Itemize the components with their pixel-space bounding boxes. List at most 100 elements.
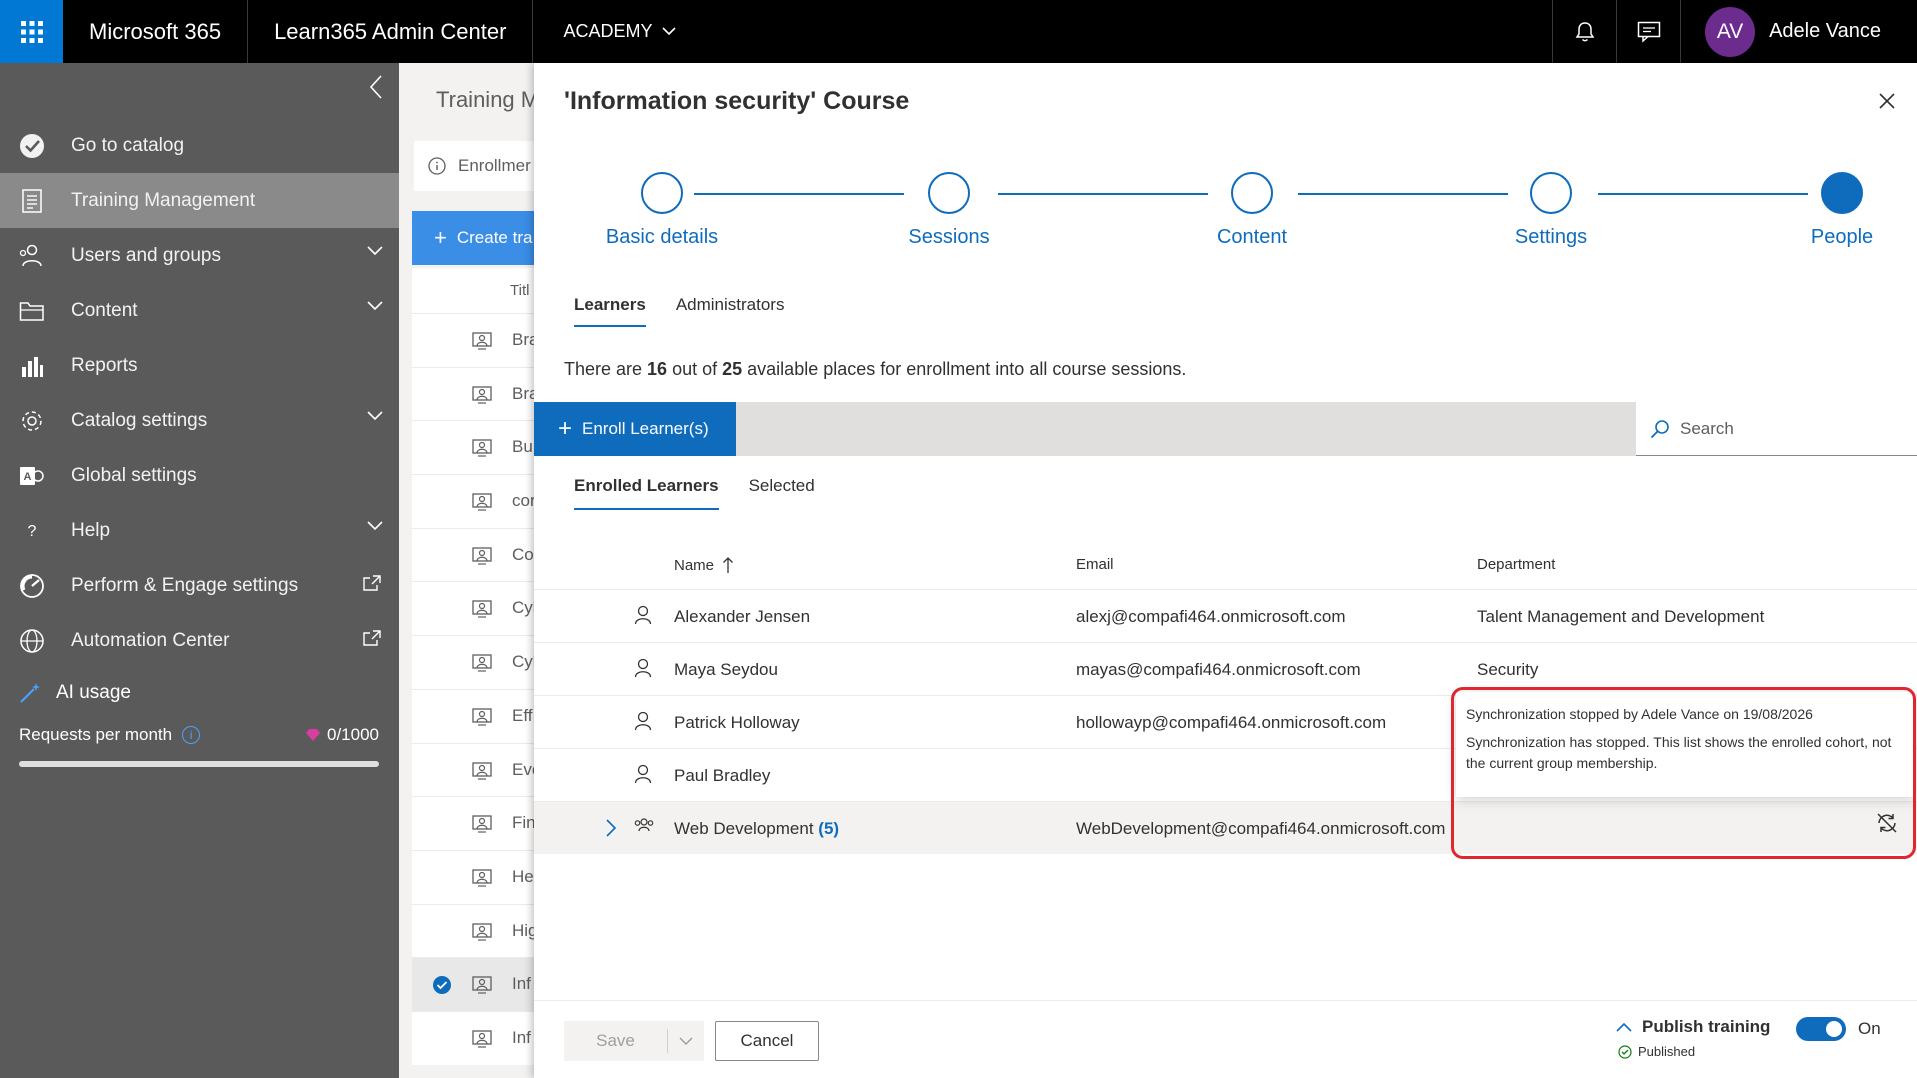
sidebar: Go to catalog Training Management Users … — [0, 63, 399, 1078]
panel-footer: Save Cancel Publish training Published O… — [534, 1000, 1917, 1078]
notifications-button[interactable] — [1552, 0, 1616, 63]
external-link-icon — [363, 630, 381, 646]
table-row[interactable]: Eff — [412, 688, 534, 743]
brand-link[interactable]: Microsoft 365 — [63, 0, 249, 63]
collapse-sidebar-button[interactable] — [369, 75, 383, 99]
info-icon — [428, 157, 446, 175]
step-people[interactable]: People — [1762, 172, 1917, 249]
users-icon — [16, 244, 48, 268]
table-row[interactable]: Cyl — [412, 581, 534, 635]
svg-text:?: ? — [28, 523, 37, 540]
user-menu[interactable]: AV Adele Vance — [1680, 0, 1917, 63]
training-icon — [472, 708, 492, 726]
table-row[interactable]: Bra — [412, 313, 534, 367]
selected-check-icon[interactable] — [432, 975, 452, 995]
training-icon — [472, 386, 492, 404]
training-icon — [472, 600, 492, 619]
sidebar-item-global-settings[interactable]: A Global settings — [0, 448, 399, 503]
requests-value: 0/1000 — [327, 725, 379, 744]
sidebar-item-label: Catalog settings — [71, 409, 208, 431]
bell-icon — [1575, 21, 1594, 41]
training-icon — [472, 761, 492, 780]
department-column-header[interactable]: Department — [1477, 556, 1555, 573]
highlight-outline — [1451, 687, 1916, 859]
learner-name: Maya Seydou — [674, 660, 778, 679]
avatar: AV — [1705, 6, 1756, 57]
sidebar-item-perform-engage-settings[interactable]: Perform & Engage settings — [0, 558, 399, 613]
people-tabs: Learners Administrators — [574, 295, 784, 327]
person-icon — [634, 605, 652, 625]
learner-name: Paul Bradley — [674, 766, 771, 785]
table-row[interactable]: Bu — [412, 420, 534, 474]
sidebar-item-label: Global settings — [71, 464, 197, 486]
table-row[interactable]: Fin — [412, 796, 534, 850]
publish-toggle[interactable]: On — [1796, 1017, 1881, 1041]
save-button[interactable]: Save — [564, 1021, 704, 1061]
app-title[interactable]: Learn365 Admin Center — [248, 0, 534, 63]
sidebar-item-label: Users and groups — [71, 244, 221, 266]
tab-selected[interactable]: Selected — [749, 476, 815, 510]
table-row[interactable]: Bra — [412, 366, 534, 421]
sidebar-item-users-and-groups[interactable]: Users and groups — [0, 228, 399, 283]
step-content[interactable]: Content — [1172, 172, 1332, 249]
step-label: People — [1810, 226, 1874, 248]
sidebar-item-content[interactable]: Content — [0, 283, 399, 338]
tab-learners[interactable]: Learners — [574, 295, 646, 327]
email-column-header[interactable]: Email — [1076, 556, 1114, 573]
training-title: Inf — [512, 974, 531, 994]
sidebar-item-reports[interactable]: Reports — [0, 338, 399, 393]
table-row[interactable]: Co — [412, 527, 534, 582]
training-title: Cyl — [512, 598, 534, 618]
table-row[interactable]: Eve — [412, 742, 534, 797]
tab-administrators[interactable]: Administrators — [676, 295, 785, 327]
chevron-up-icon — [1616, 1022, 1632, 1032]
name-column-header[interactable]: Name — [674, 556, 734, 574]
training-title: Fin — [512, 813, 534, 833]
learners-grid-header: Name Email Department — [534, 543, 1917, 589]
training-title: He — [512, 866, 534, 886]
info-suffix: available places for enrollment into all… — [742, 359, 1187, 379]
requests-label: Requests per month — [19, 725, 173, 744]
step-settings[interactable]: Settings — [1471, 172, 1631, 249]
info-icon[interactable]: i — [182, 726, 201, 744]
create-training-button[interactable]: + Create tra — [412, 211, 534, 265]
wizard-stepper: Basic details Sessions Content Settings … — [534, 63, 1917, 248]
enroll-learners-button[interactable]: + Enroll Learner(s) — [534, 402, 736, 456]
search-input[interactable]: Search — [1636, 402, 1917, 456]
cancel-button[interactable]: Cancel — [715, 1021, 819, 1061]
toggle-label: On — [1858, 1019, 1881, 1038]
table-row[interactable]: Cyl — [412, 635, 534, 689]
sidebar-item-catalog-settings[interactable]: Catalog settings — [0, 393, 399, 448]
create-training-label: Create tra — [456, 228, 533, 247]
table-row[interactable]: cor — [412, 474, 534, 528]
sidebar-item-label: Help — [71, 519, 111, 541]
info-middle: out of — [667, 359, 723, 379]
publish-training-header[interactable]: Publish training — [1616, 1017, 1770, 1037]
gear-icon — [16, 408, 48, 434]
search-icon — [1650, 419, 1669, 438]
table-row[interactable]: Inf — [412, 1010, 534, 1065]
table-row[interactable]: He — [412, 849, 534, 904]
sidebar-item-training-management[interactable]: Training Management — [0, 173, 399, 228]
step-sessions[interactable]: Sessions — [869, 172, 1029, 249]
step-basic-details[interactable]: Basic details — [582, 172, 742, 249]
toggle-switch[interactable] — [1796, 1017, 1846, 1041]
name-header-label: Name — [674, 556, 715, 574]
save-options-button[interactable] — [668, 1036, 704, 1046]
table-row[interactable]: Hig — [412, 903, 534, 958]
sidebar-item-help[interactable]: ? Help — [0, 503, 399, 558]
title-column-header[interactable]: Titl — [412, 268, 534, 313]
table-row[interactable]: Inf — [412, 957, 534, 1011]
publish-training-label: Publish training — [1642, 1017, 1771, 1036]
learner-department: Security — [1477, 660, 1539, 679]
enroll-learners-label: Enroll Learner(s) — [582, 419, 709, 438]
tab-enrolled-learners[interactable]: Enrolled Learners — [574, 476, 719, 510]
chevron-right-icon[interactable] — [605, 818, 617, 838]
table-row[interactable]: Alexander Jensen alexj@compafi464.onmicr… — [534, 589, 1917, 642]
sidebar-item-automation-center[interactable]: Automation Center — [0, 613, 399, 668]
academy-dropdown[interactable]: ACADEMY — [533, 0, 706, 63]
chevron-down-icon — [679, 1036, 693, 1045]
sidebar-item-go-to-catalog[interactable]: Go to catalog — [0, 118, 399, 173]
app-launcher-icon[interactable] — [0, 0, 63, 63]
feedback-button[interactable] — [1616, 0, 1680, 63]
